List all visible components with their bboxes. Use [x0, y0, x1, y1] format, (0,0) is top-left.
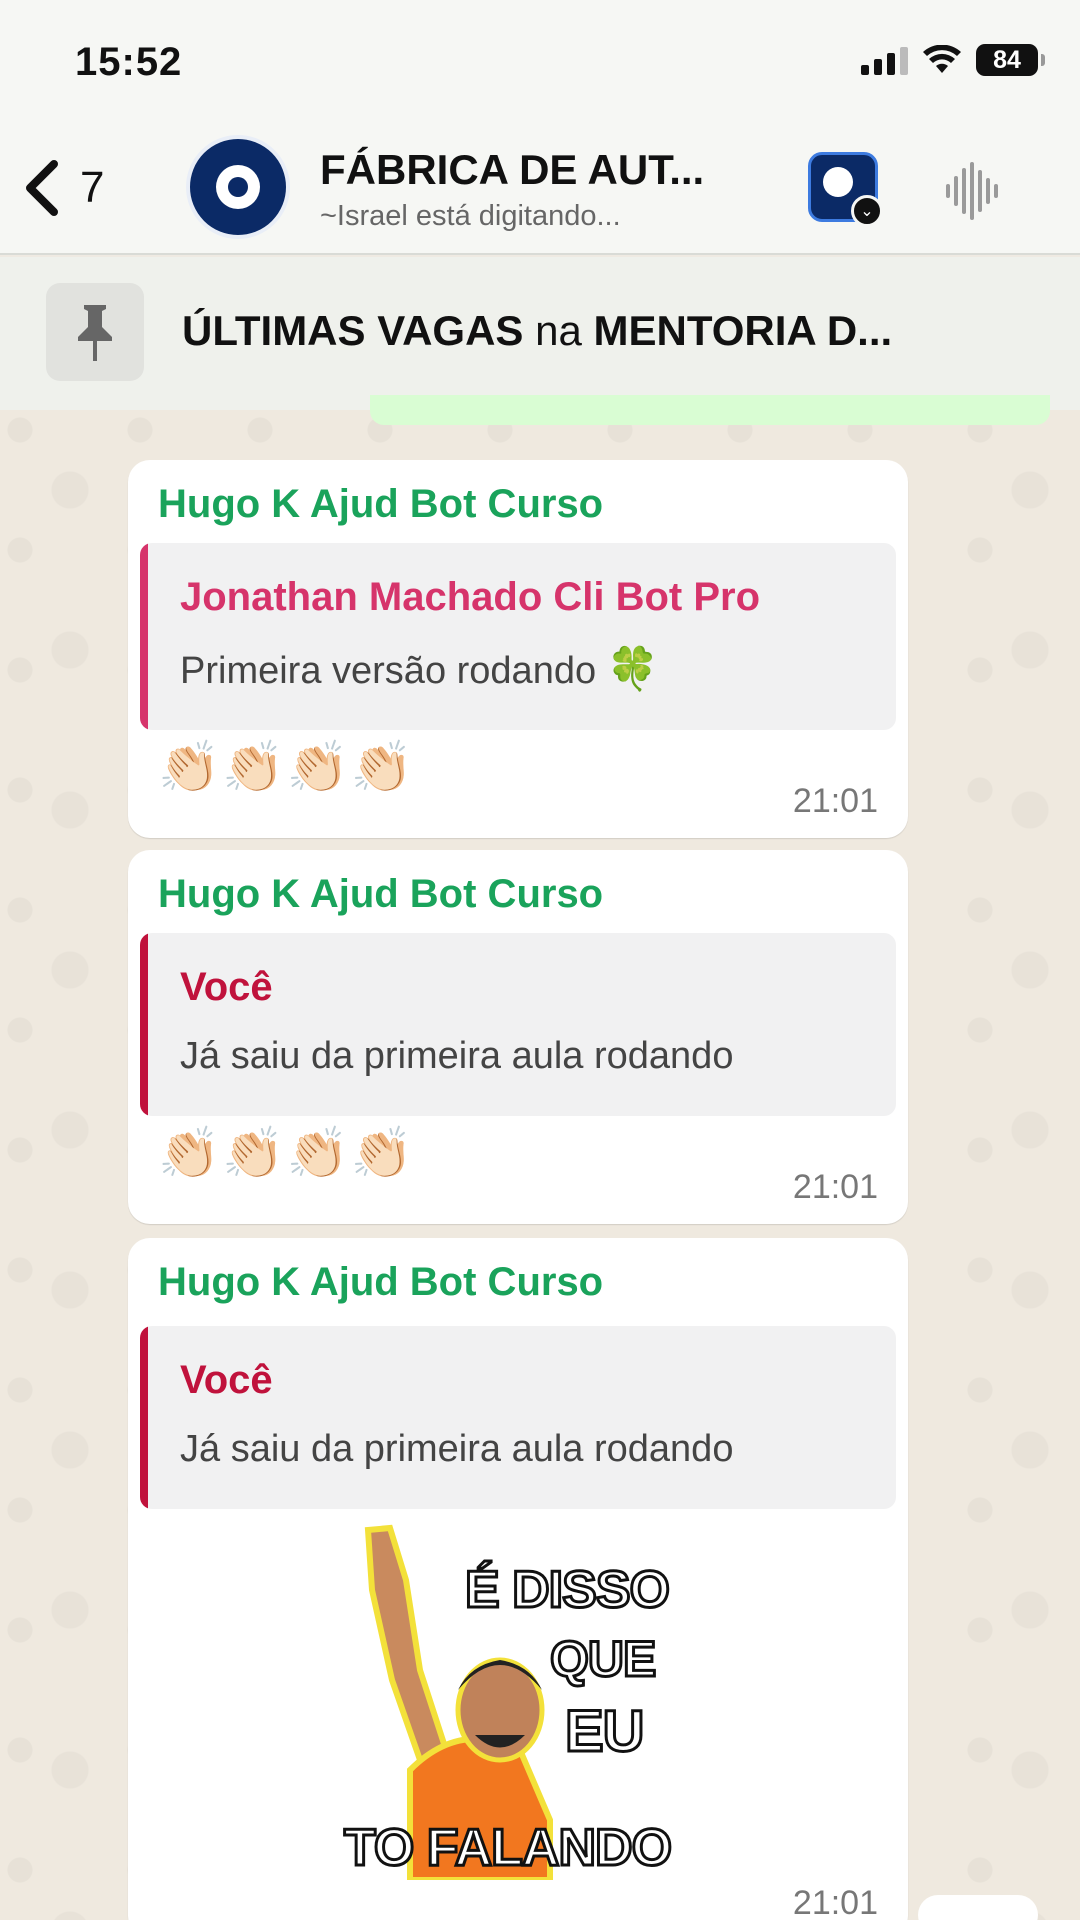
back-chevron-icon	[26, 160, 58, 216]
back-button[interactable]: 7	[22, 160, 104, 216]
message-sender: Hugo K Ajud Bot Curso	[158, 872, 604, 916]
status-icons: 84	[861, 44, 1045, 76]
quoted-message[interactable]: Você Já saiu da primeira aula rodando	[140, 1326, 896, 1509]
message-time: 21:01	[792, 782, 878, 820]
quote-author: Você	[180, 1358, 273, 1402]
quote-bar	[140, 543, 148, 730]
outgoing-bubble-edge	[370, 395, 1050, 425]
pinned-connector: na	[523, 307, 594, 354]
audio-waveform-icon[interactable]	[942, 162, 1000, 220]
quoted-message[interactable]: Jonathan Machado Cli Bot Pro Primeira ve…	[140, 543, 896, 730]
battery-indicator: 84	[976, 44, 1045, 76]
message-bubble[interactable]: Hugo K Ajud Bot Curso Você Já saiu da pr…	[128, 850, 908, 1224]
four-leaf-clover-icon: 🍀	[606, 645, 659, 692]
sticker-text-line: EU	[564, 1698, 647, 1766]
sticker-text-line: É DISSO	[464, 1560, 672, 1621]
quote-text: Já saiu da primeira aula rodando	[180, 1035, 734, 1077]
quote-bar	[140, 933, 148, 1116]
quote-author: Você	[180, 965, 273, 1009]
pin-icon	[46, 283, 144, 381]
quoted-message[interactable]: Você Já saiu da primeira aula rodando	[140, 933, 896, 1116]
quote-bar	[140, 1326, 148, 1509]
sticker-text-line: QUE	[548, 1630, 657, 1689]
status-time: 15:52	[75, 40, 183, 84]
group-title[interactable]: FÁBRICA DE AUT...	[320, 146, 704, 194]
message-body: 👏🏻👏🏻👏🏻👏🏻	[158, 1125, 416, 1181]
pinned-message-bar[interactable]: ÚLTIMAS VAGAS na MENTORIA D...	[0, 257, 1080, 410]
typing-status: ~Israel está digitando...	[320, 200, 621, 232]
message-time: 21:01	[792, 1168, 878, 1206]
gear-icon	[216, 165, 260, 209]
pinned-bold-1: ÚLTIMAS VAGAS	[182, 307, 524, 354]
quote-author: Jonathan Machado Cli Bot Pro	[180, 575, 761, 619]
chat-header: 7 FÁBRICA DE AUT... ~Israel está digitan…	[0, 120, 1080, 255]
community-icon[interactable]: ⌄	[808, 152, 883, 227]
message-time: 21:01	[792, 1884, 878, 1920]
scroll-down-button[interactable]	[918, 1895, 1038, 1920]
pinned-bold-2: MENTORIA D...	[593, 307, 893, 354]
quote-text: Já saiu da primeira aula rodando	[180, 1428, 734, 1470]
wifi-icon	[923, 45, 961, 73]
chevron-down-icon: ⌄	[851, 195, 883, 227]
message-sender: Hugo K Ajud Bot Curso	[158, 1260, 604, 1304]
message-body: 👏🏻👏🏻👏🏻👏🏻	[158, 739, 416, 795]
sticker-text-line: TO FALANDO	[342, 1818, 673, 1879]
message-sender: Hugo K Ajud Bot Curso	[158, 482, 604, 526]
pinned-message-text: ÚLTIMAS VAGAS na MENTORIA D...	[182, 307, 892, 355]
quote-text: Primeira versão rodando 🍀	[180, 645, 659, 692]
sticker-image[interactable]: É DISSO QUE EU TO FALANDO	[342, 1520, 680, 1883]
unread-count: 7	[80, 163, 105, 212]
signal-icon	[861, 45, 908, 75]
status-bar: 15:52 84	[0, 0, 1080, 120]
message-bubble[interactable]: Hugo K Ajud Bot Curso Jonathan Machado C…	[128, 460, 908, 838]
group-avatar[interactable]	[186, 135, 290, 239]
